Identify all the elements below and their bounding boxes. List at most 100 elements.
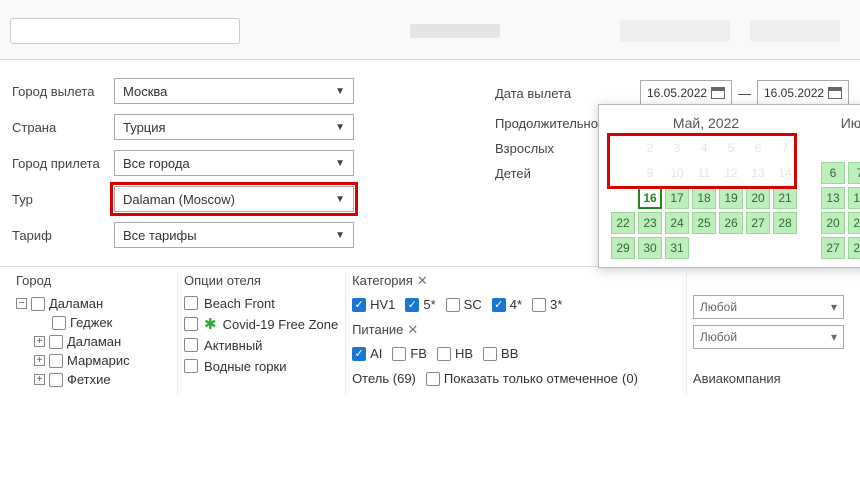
calendar-day[interactable] [848,137,860,159]
calendar-day[interactable]: 27 [746,212,770,234]
search-input[interactable] [10,18,240,44]
checkbox[interactable] [392,347,406,361]
calendar-month-may: Май, 2022 234567910111213141617181920212… [611,115,801,259]
select-value: Москва [123,84,167,99]
tree-item-label[interactable]: Даламан [67,334,121,349]
select-departure-city[interactable]: Москва ▼ [114,78,354,104]
heading-meal: Питание✕ [352,322,680,338]
option-label: AI [370,346,382,361]
option-label: HV1 [370,297,395,312]
calendar-day[interactable]: 18 [692,187,716,209]
label-departure-city: Город вылета [12,84,114,99]
calendar-title: Май, 2022 [611,115,801,131]
checkbox[interactable] [49,373,63,387]
tree-item-label[interactable]: Геджек [70,315,112,330]
calendar-day: 11 [692,162,716,184]
checkbox[interactable] [184,317,198,331]
expander-icon[interactable]: − [16,298,27,309]
date-from-value: 16.05.2022 [647,86,707,100]
calendar-day: 6 [746,137,770,159]
calendar-popup: Май, 2022 234567910111213141617181920212… [598,104,860,268]
select-country[interactable]: Турция ▼ [114,114,354,140]
checkbox[interactable] [426,372,440,386]
close-icon[interactable]: ✕ [417,273,428,288]
calendar-day[interactable]: 26 [719,212,743,234]
top-bar [0,0,860,60]
checkbox[interactable] [49,335,63,349]
top-widget-a[interactable] [620,20,730,42]
tree-item-label[interactable]: Мармарис [67,353,130,368]
select-any-2[interactable]: Любой▾ [693,325,844,349]
expander-icon[interactable]: + [34,374,45,385]
select-any-1[interactable]: Любой▾ [693,295,844,319]
calendar-day[interactable]: 17 [665,187,689,209]
calendar-day[interactable]: 20 [746,187,770,209]
calendar-day[interactable]: 19 [719,187,743,209]
select-tariff[interactable]: Все тарифы ▼ [114,222,354,248]
select-value: Все города [123,156,190,171]
calendar-day [611,187,635,209]
hotel-option-label: Covid-19 Free Zone [223,317,339,332]
calendar-day[interactable]: 21 [773,187,797,209]
checkbox[interactable] [184,359,198,373]
calendar-day[interactable]: 30 [638,237,662,259]
date-to-input[interactable]: 16.05.2022 [757,80,849,106]
checkbox[interactable] [483,347,497,361]
calendar-day[interactable]: 7 [848,162,860,184]
label-departure-date: Дата вылета [495,86,640,101]
checkbox[interactable] [446,298,460,312]
select-arrival-city[interactable]: Все города ▼ [114,150,354,176]
calendar-day[interactable]: 22 [611,212,635,234]
calendar-day: 2 [638,137,662,159]
checkbox[interactable] [184,296,198,310]
calendar-day[interactable]: 27 [821,237,845,259]
calendar-day: 5 [719,137,743,159]
checkbox[interactable] [184,338,198,352]
calendar-day[interactable]: 28 [773,212,797,234]
calendar-day[interactable]: 21 [848,212,860,234]
calendar-day[interactable]: 29 [611,237,635,259]
checkbox[interactable]: ✓ [352,298,366,312]
checkbox[interactable] [52,316,66,330]
select-tour[interactable]: Dalaman (Moscow) ▼ [114,186,354,212]
checkbox[interactable] [532,298,546,312]
heading-city: Город [16,273,171,288]
close-icon[interactable]: ✕ [407,322,418,337]
expander-icon[interactable]: + [34,336,45,347]
calendar-day[interactable]: 13 [821,187,845,209]
checkbox[interactable] [49,354,63,368]
expander-icon[interactable]: + [34,355,45,366]
calendar-day[interactable]: 31 [665,237,689,259]
calendar-day[interactable]: 23 [638,212,662,234]
calendar-month-june: Ию 67131420212728 [821,115,860,259]
calendar-day[interactable]: 6 [821,162,845,184]
tree-item-label[interactable]: Даламан [49,296,103,311]
calendar-day[interactable]: 28 [848,237,860,259]
checkbox[interactable]: ✓ [492,298,506,312]
calendar-icon [711,87,725,99]
calendar-day: 7 [773,137,797,159]
calendar-day[interactable]: 24 [665,212,689,234]
checkbox[interactable] [437,347,451,361]
calendar-day: 12 [719,162,743,184]
calendar-day: 10 [665,162,689,184]
top-widget-b[interactable] [750,20,840,42]
heading-hotel-options: Опции отеля [184,273,339,288]
calendar-day[interactable]: 16 [638,187,662,209]
checkbox[interactable]: ✓ [405,298,419,312]
calendar-day[interactable]: 20 [821,212,845,234]
hotel-options-list: Beach Front✱Covid-19 Free ZoneАктивныйВо… [184,296,339,374]
calendar-day: 4 [692,137,716,159]
hotel-option-label: Beach Front [204,296,275,311]
bottom-filters: Город − Даламан Геджек + Даламан + Мармарис + Фе… [0,266,860,396]
show-marked-only[interactable]: Показать только отмеченное (0) [426,371,638,386]
calendar-day[interactable]: 25 [692,212,716,234]
date-from-input[interactable]: 16.05.2022 [640,80,732,106]
tree-item-label[interactable]: Фетхие [67,372,111,387]
checkbox[interactable]: ✓ [352,347,366,361]
top-link[interactable] [410,24,500,38]
checkbox[interactable] [31,297,45,311]
calendar-day[interactable]: 14 [848,187,860,209]
meal-line: ✓AIFBHBBB [352,346,680,361]
calendar-day[interactable] [821,137,845,159]
